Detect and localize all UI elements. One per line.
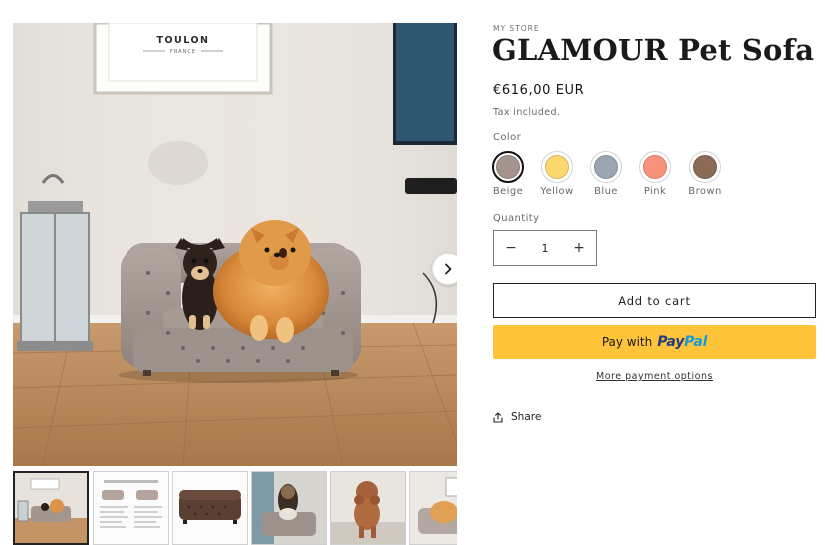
thumbnail-4[interactable] bbox=[251, 471, 327, 545]
swatch-label: Blue bbox=[594, 186, 618, 197]
more-payment-options-link[interactable]: More payment options bbox=[493, 371, 816, 382]
paypal-prefix: Pay with bbox=[601, 335, 653, 349]
share-button[interactable]: Share bbox=[493, 411, 541, 423]
main-product-image[interactable]: TOULON FRANCE bbox=[13, 23, 457, 466]
swatch-beige[interactable]: Beige bbox=[491, 151, 525, 197]
swatch-circle bbox=[541, 151, 573, 183]
swatch-circle bbox=[639, 151, 671, 183]
pet-sofa-photo: TOULON FRANCE bbox=[13, 23, 457, 466]
swatch-fill bbox=[545, 155, 569, 179]
increase-quantity-button[interactable]: + bbox=[562, 231, 596, 265]
swatch-fill bbox=[594, 155, 618, 179]
tax-note: Tax included. bbox=[493, 107, 561, 118]
swatch-circle bbox=[492, 151, 524, 183]
thumbnail-2[interactable] bbox=[93, 471, 169, 545]
share-label: Share bbox=[511, 411, 542, 423]
poster-title: TOULON bbox=[156, 35, 209, 46]
swatch-circle bbox=[689, 151, 721, 183]
product-title: GLAMOUR Pet Sofa bbox=[492, 33, 815, 67]
lantern bbox=[17, 174, 93, 351]
swatch-fill bbox=[693, 155, 717, 179]
decrease-quantity-button[interactable]: − bbox=[494, 231, 528, 265]
swatch-blue[interactable]: Blue bbox=[589, 151, 623, 197]
next-image-button[interactable] bbox=[432, 253, 457, 285]
thumbnail-6[interactable] bbox=[409, 471, 457, 545]
thumbnail-strip bbox=[13, 471, 457, 545]
share-icon bbox=[493, 411, 503, 423]
add-to-cart-button[interactable]: Add to cart bbox=[493, 283, 816, 318]
thumbnail-5[interactable] bbox=[330, 471, 406, 545]
swatch-brown[interactable]: Brown bbox=[688, 151, 722, 197]
swatch-label: Pink bbox=[643, 186, 667, 197]
paypal-logo-pay: Pay bbox=[657, 334, 685, 350]
quantity-input[interactable] bbox=[528, 233, 562, 263]
swatch-label: Beige bbox=[492, 186, 524, 197]
swatch-pink[interactable]: Pink bbox=[638, 151, 672, 197]
swatch-circle bbox=[590, 151, 622, 183]
paypal-logo: PayPal bbox=[657, 334, 707, 350]
thumbnail-3[interactable] bbox=[172, 471, 248, 545]
swatch-fill bbox=[496, 155, 520, 179]
color-label: Color bbox=[493, 132, 522, 143]
paypal-checkout-button[interactable]: Pay with PayPal bbox=[493, 325, 816, 359]
product-price: €616,00 EUR bbox=[493, 83, 585, 98]
swatch-label: Yellow bbox=[540, 186, 574, 197]
paypal-logo-pal: Pal bbox=[684, 334, 708, 350]
swatch-fill bbox=[643, 155, 667, 179]
swatch-yellow[interactable]: Yellow bbox=[540, 151, 574, 197]
chevron-right-icon bbox=[445, 263, 452, 275]
quantity-label: Quantity bbox=[493, 213, 540, 224]
swatch-label: Brown bbox=[688, 186, 722, 197]
quantity-stepper: − + bbox=[493, 230, 597, 266]
poster-subtitle: FRANCE bbox=[170, 49, 196, 55]
thumbnail-1[interactable] bbox=[13, 471, 89, 545]
vendor-name: MY STORE bbox=[493, 24, 540, 33]
